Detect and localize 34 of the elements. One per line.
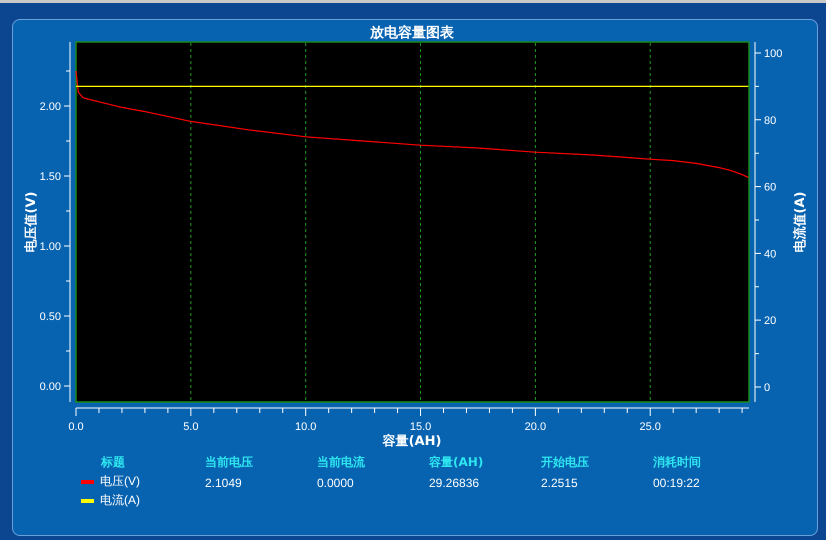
stat-value: 29.26836 <box>429 476 480 490</box>
legend-label: 电流(A) <box>100 492 140 509</box>
y-tick-label: 0.00 <box>40 381 61 394</box>
y-tick-label: 2.00 <box>40 101 61 113</box>
y-tick-label: 1.50 <box>40 171 61 183</box>
stat-label: 消耗时间 <box>653 454 702 471</box>
y2-tick-label: 60 <box>764 182 776 194</box>
x-tick-label: 15.0 <box>410 421 432 433</box>
stat-value: 2.1049 <box>205 476 243 490</box>
y2-tick-label: 80 <box>764 114 776 127</box>
stat-label: 容量(AH) <box>429 454 484 471</box>
y2-tick-label: 40 <box>764 248 776 260</box>
legend-title: 标题 <box>101 454 126 471</box>
x-tick-label: 10.0 <box>294 421 316 433</box>
x-tick-label: 0.0 <box>68 421 84 433</box>
y2-tick-label: 0 <box>764 382 770 394</box>
x-tick-label: 25.0 <box>640 421 661 433</box>
y2-tick-label: 100 <box>764 48 782 60</box>
stat-label: 当前电压 <box>205 454 254 471</box>
stat-value: 0.0000 <box>317 476 355 490</box>
y2-tick-label: 20 <box>764 315 776 328</box>
x-tick-label: 5.0 <box>183 421 198 433</box>
stat-label: 当前电流 <box>317 454 366 471</box>
y-axis-title: 电压值(V) <box>24 192 39 252</box>
stat-value: 2.2515 <box>541 476 579 490</box>
stat-label: 开始电压 <box>541 454 590 471</box>
stat-value: 00:19:22 <box>653 476 701 490</box>
y2-axis-title: 电流值(A) <box>793 192 808 252</box>
y-tick-label: 1.00 <box>40 241 61 254</box>
y-tick-label: 0.50 <box>40 311 61 324</box>
chart-title: 放电容量图表 <box>370 25 454 41</box>
x-tick-label: 20.0 <box>524 421 546 433</box>
x-axis-title: 容量(AH) <box>382 434 442 449</box>
legend-label: 电压(V) <box>100 473 140 490</box>
